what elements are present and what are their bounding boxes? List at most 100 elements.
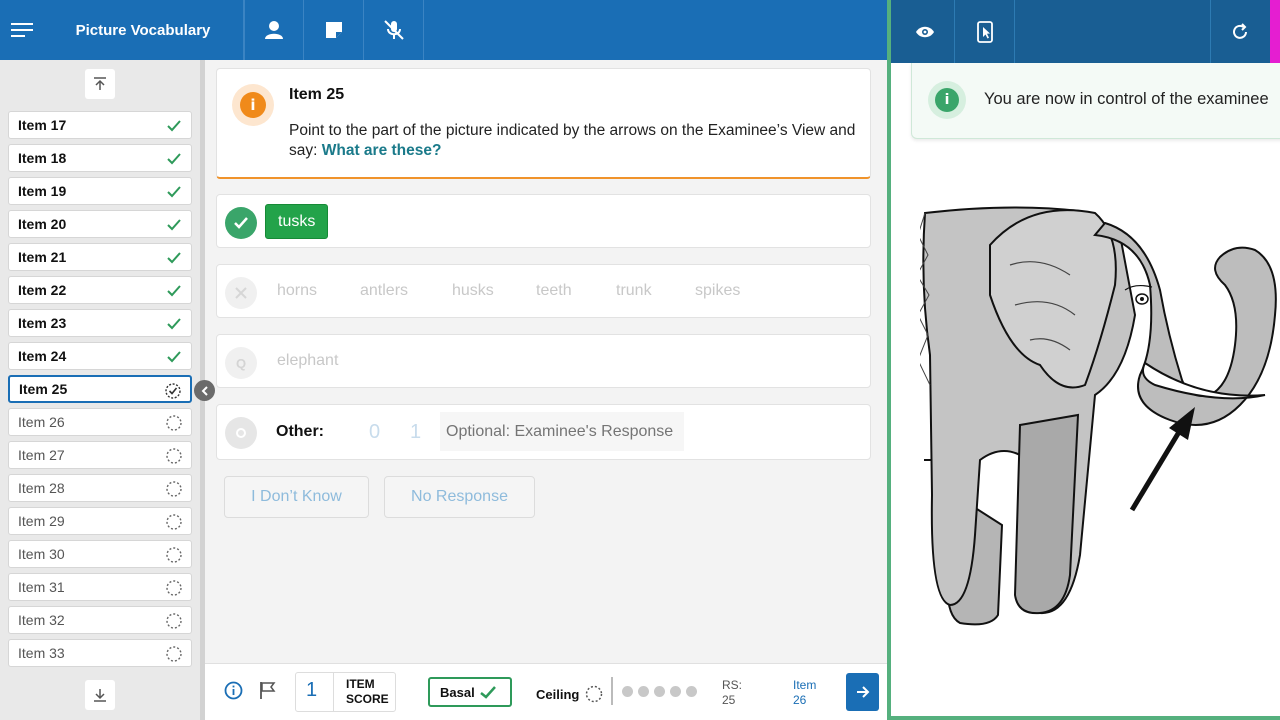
sidebar-item[interactable]: Item 21 <box>8 243 192 271</box>
pending-icon <box>166 613 182 629</box>
sidebar-item[interactable]: Item 29 <box>8 507 192 535</box>
mic-off-icon <box>383 20 404 40</box>
pending-icon <box>166 481 182 497</box>
menu-icon <box>10 23 33 37</box>
examinee-response-input[interactable] <box>440 412 684 451</box>
eye-icon <box>915 26 934 37</box>
mic-button[interactable] <box>364 0 424 60</box>
ceiling-progress-dot <box>622 686 633 697</box>
incorrect-status[interactable] <box>225 277 257 309</box>
other-score-0[interactable]: 0 <box>369 421 380 444</box>
sidebar-item-label: Item 18 <box>18 150 67 166</box>
sidebar-item-label: Item 30 <box>18 546 65 562</box>
sidebar-item[interactable]: Item 17 <box>8 111 192 139</box>
arrow-to-bottom-icon <box>94 689 106 702</box>
scroll-to-bottom-button[interactable] <box>85 680 115 710</box>
raw-score-value: 25 <box>722 693 736 707</box>
sidebar-item[interactable]: Item 32 <box>8 606 192 634</box>
arrow-right-icon <box>856 686 869 698</box>
query-icon[interactable]: Q <box>225 347 257 379</box>
sidebar-item[interactable]: Item 31 <box>8 573 192 601</box>
item-score-value: 1 <box>306 679 318 701</box>
connection-indicator <box>1270 0 1280 63</box>
basal-label: Basal <box>440 684 475 700</box>
person-icon <box>265 21 283 39</box>
spoken-cue: What are these? <box>321 142 442 159</box>
refresh-button[interactable] <box>1210 0 1268 63</box>
correct-answer-chip[interactable]: tusks <box>265 204 329 239</box>
check-icon <box>167 186 181 198</box>
check-icon <box>167 120 181 132</box>
check-icon <box>479 685 496 699</box>
notes-button[interactable] <box>304 0 364 60</box>
flag-button[interactable] <box>259 681 277 705</box>
sidebar-item-label: Item 27 <box>18 447 65 463</box>
dont-know-button[interactable]: I Don’t Know <box>224 476 369 518</box>
info-icon: i <box>935 88 959 112</box>
check-icon <box>167 252 181 264</box>
pending-icon <box>166 547 182 563</box>
pending-icon <box>166 580 182 596</box>
check-icon <box>167 351 181 363</box>
other-score-1[interactable]: 1 <box>410 421 421 444</box>
sidebar-item-label: Item 20 <box>18 216 67 232</box>
score-divider <box>333 673 334 711</box>
sidebar-item-label: Item 33 <box>18 645 65 661</box>
examinee-info-button[interactable] <box>244 0 304 60</box>
preview-button[interactable] <box>895 0 955 63</box>
ceiling-progress-dot <box>654 686 665 697</box>
check-icon <box>167 153 181 165</box>
sidebar-item[interactable]: Item 23 <box>8 309 192 337</box>
item-score-label: ITEM SCORE <box>346 677 389 706</box>
sidebar-item-label: Item 17 <box>18 117 67 133</box>
incorrect-option[interactable]: horns <box>277 282 317 300</box>
sidebar-item-label: Item 25 <box>19 381 68 397</box>
next-item-number: 26 <box>793 693 807 707</box>
ceiling-progress-dot <box>638 686 649 697</box>
incorrect-option[interactable]: teeth <box>536 282 572 300</box>
sidebar-item[interactable]: Item 28 <box>8 474 192 502</box>
incorrect-option[interactable]: trunk <box>616 282 652 300</box>
sidebar-item[interactable]: Item 19 <box>8 177 192 205</box>
sidebar-item[interactable]: Item 22 <box>8 276 192 304</box>
sidebar-item[interactable]: Item 24 <box>8 342 192 370</box>
info-circle-icon <box>224 681 243 700</box>
scroll-to-top-button[interactable] <box>85 69 115 99</box>
collapse-sidebar-button[interactable] <box>194 380 215 401</box>
no-response-button[interactable]: No Response <box>384 476 535 518</box>
sidebar-item[interactable]: Item 27 <box>8 441 192 469</box>
pending-icon <box>166 646 182 662</box>
sidebar-item[interactable]: Item 25 <box>8 375 192 403</box>
check-icon <box>167 219 181 231</box>
incorrect-option[interactable]: antlers <box>360 282 408 300</box>
ceiling-indicator: Ceiling <box>536 685 603 703</box>
sidebar-item-label: Item 32 <box>18 612 65 628</box>
info-button[interactable] <box>224 681 243 705</box>
next-item-label: Item <box>793 678 817 692</box>
correct-status[interactable] <box>225 207 257 239</box>
incorrect-option[interactable]: husks <box>452 282 494 300</box>
incorrect-option[interactable]: spikes <box>695 282 740 300</box>
sidebar-item[interactable]: Item 30 <box>8 540 192 568</box>
sidebar-item[interactable]: Item 20 <box>8 210 192 238</box>
sidebar-item[interactable]: Item 33 <box>8 639 192 667</box>
ceiling-label: Ceiling <box>536 687 580 702</box>
next-item-button[interactable] <box>846 673 879 711</box>
other-label: Other: <box>276 423 324 440</box>
control-examinee-button[interactable] <box>955 0 1015 63</box>
sidebar-item[interactable]: Item 18 <box>8 144 192 172</box>
next-item[interactable]: Item 26 <box>793 678 833 708</box>
check-icon <box>167 285 181 297</box>
query-option[interactable]: elephant <box>277 352 338 370</box>
sidebar-item-label: Item 29 <box>18 513 65 529</box>
ceiling-progress-dot <box>686 686 697 697</box>
sidebar-item-label: Item 28 <box>18 480 65 496</box>
sidebar-item[interactable]: Item 26 <box>8 408 192 436</box>
check-icon <box>234 217 248 229</box>
instruction-text: Point to the part of the picture indicat… <box>289 121 859 161</box>
item-heading: Item 25 <box>289 86 345 103</box>
in-progress-icon <box>165 383 181 399</box>
other-status[interactable] <box>225 417 257 449</box>
sidebar-item-label: Item 23 <box>18 315 67 331</box>
menu-button[interactable] <box>0 0 43 60</box>
